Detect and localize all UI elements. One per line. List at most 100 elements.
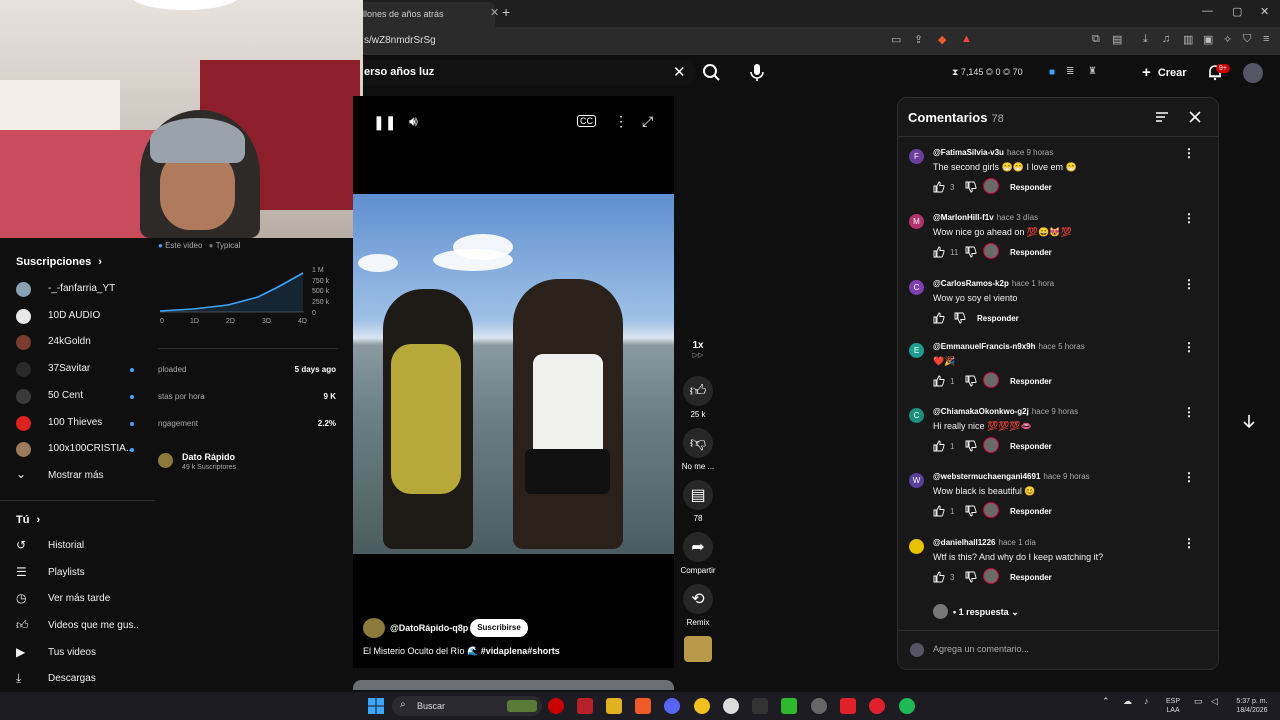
thumbs-down-icon[interactable] xyxy=(965,571,977,583)
reply-button[interactable]: Responder xyxy=(1010,507,1052,516)
sort-comments-button[interactable] xyxy=(1154,109,1170,125)
discord-app-icon[interactable] xyxy=(664,698,680,714)
wallet-icon[interactable]: ▣ xyxy=(1203,33,1213,46)
brave-browser-icon[interactable] xyxy=(635,698,651,714)
short-hashtags[interactable]: #vidaplena#shorts xyxy=(481,646,560,656)
subscription-item[interactable]: 37Savitar xyxy=(16,360,156,380)
adobe-app-icon[interactable] xyxy=(577,698,593,714)
commenter-avatar[interactable]: M xyxy=(909,214,924,229)
new-tab-icon[interactable]: + xyxy=(502,4,510,20)
comment-author[interactable]: @webstermuchaenganì4691 hace 9 horas xyxy=(933,472,1090,481)
commenter-avatar[interactable]: E xyxy=(909,343,924,358)
reply-button[interactable]: Responder xyxy=(1010,573,1052,582)
you-item[interactable]: ▶ Tus videos xyxy=(16,644,156,664)
thumbs-up-icon[interactable] xyxy=(933,571,945,583)
comment-more-icon[interactable]: ⋮ xyxy=(1183,146,1195,160)
you-header[interactable]: Tú › xyxy=(16,514,40,526)
voice-search-button[interactable] xyxy=(744,58,770,86)
vpn-icon[interactable]: ⛉ xyxy=(1243,33,1251,46)
thumbs-up-icon[interactable] xyxy=(933,375,945,387)
comment-author[interactable]: @EmmanuelFrancis-n9x9h hace 5 horas xyxy=(933,342,1085,351)
comment-author[interactable]: @danielhall1226 hace 1 día xyxy=(933,538,1036,547)
comment-author[interactable]: @FatimaSilvia-v3u hace 9 horas xyxy=(933,148,1053,157)
commenter-avatar[interactable]: C xyxy=(909,408,924,423)
clear-search-icon[interactable]: ✕ xyxy=(673,63,686,81)
captions-icon[interactable]: CC xyxy=(577,115,596,127)
comment-author[interactable]: @ChiamakaOkonkwo-g2j hace 9 horas xyxy=(933,407,1078,416)
thumbs-down-icon[interactable] xyxy=(965,181,977,193)
tray-network-icon[interactable]: ▭ xyxy=(1194,697,1203,706)
extension-list-icon[interactable]: ≣ xyxy=(1066,66,1074,77)
app-icon-yellow[interactable] xyxy=(694,698,710,714)
tab-close-icon[interactable]: ✕ xyxy=(490,6,499,19)
extension-trophy-icon[interactable]: ♜ xyxy=(1088,66,1097,77)
remix-button[interactable]: ⟲ Remix xyxy=(680,584,716,627)
thumbs-up-icon[interactable] xyxy=(933,312,945,324)
leo-icon[interactable]: ✧ xyxy=(1223,33,1232,46)
short-video-frame[interactable] xyxy=(353,194,674,554)
you-item[interactable]: ☰ Playlists xyxy=(16,564,156,584)
close-comments-button[interactable] xyxy=(1187,109,1203,125)
more-options-icon[interactable]: ⋮ xyxy=(614,113,628,130)
commenter-avatar[interactable]: F xyxy=(909,149,924,164)
pause-icon[interactable]: ❚❚ xyxy=(373,114,396,131)
comment-more-icon[interactable]: ⋮ xyxy=(1183,340,1195,354)
reply-button[interactable]: Responder xyxy=(1010,183,1052,192)
taskbar-clock[interactable]: 5:37 p. m. 18/4/2026 xyxy=(1232,697,1272,715)
subscription-item[interactable]: 100x100CRISTIA... xyxy=(16,440,156,460)
search-input[interactable]: erso años luz xyxy=(364,66,434,78)
extension-icon[interactable]: ■ xyxy=(1049,67,1055,78)
you-item[interactable]: ↺ Historial xyxy=(16,537,156,557)
thumbs-down-icon[interactable] xyxy=(965,440,977,452)
tray-cloud-icon[interactable]: ☁ xyxy=(1123,697,1132,706)
account-avatar[interactable] xyxy=(1243,63,1263,83)
windows-start-icon[interactable] xyxy=(368,698,384,714)
split-view-icon[interactable]: ▥ xyxy=(1183,33,1193,46)
extensions-icon[interactable]: ⧉ xyxy=(1092,33,1100,46)
tray-volume-icon[interactable]: ◁ xyxy=(1211,697,1218,706)
you-item[interactable]: ⤓ Descargas xyxy=(16,670,156,690)
downloads-icon[interactable]: ⤓ xyxy=(1143,33,1148,46)
commenter-avatar[interactable]: W xyxy=(909,473,924,488)
comment-author[interactable]: @CarlosRamos-k2p hace 1 hora xyxy=(933,279,1054,288)
browser-tab[interactable]: llones de años atrás xyxy=(355,2,495,27)
thumbs-down-icon[interactable] xyxy=(965,246,977,258)
app-icon-green[interactable] xyxy=(781,698,797,714)
subscription-item[interactable]: 24kGoldn xyxy=(16,333,156,353)
rewards-icon[interactable]: ▲ xyxy=(961,33,972,45)
brave-shield-icon[interactable]: ◆ xyxy=(938,33,946,46)
dislike-button[interactable]: 👎︎ No me ... xyxy=(680,428,716,471)
spotify-app-icon[interactable] xyxy=(899,698,915,714)
next-short-preview[interactable] xyxy=(353,680,674,690)
window-close-icon[interactable]: ✕ xyxy=(1260,5,1269,18)
reply-button[interactable]: Responder xyxy=(1010,442,1052,451)
scroll-down-button[interactable] xyxy=(1236,408,1262,434)
url-field[interactable]: s/wZ8nmdrSrSg xyxy=(364,35,436,46)
short-channel-handle[interactable]: @DatoRápido-q8p xyxy=(390,623,468,633)
comments-button[interactable]: ▤ 78 xyxy=(680,480,716,523)
menu-icon[interactable]: ≡ xyxy=(1263,33,1269,45)
thumbs-down-icon[interactable] xyxy=(965,505,977,517)
reply-button[interactable]: Responder xyxy=(1010,248,1052,257)
comment-more-icon[interactable]: ⋮ xyxy=(1183,405,1195,419)
capcut-app-icon[interactable] xyxy=(752,698,768,714)
like-button[interactable]: 👍︎ 25 k xyxy=(680,376,716,419)
thumbs-up-icon[interactable] xyxy=(933,440,945,452)
short-channel-avatar[interactable] xyxy=(363,618,385,638)
commenter-avatar[interactable]: C xyxy=(909,280,924,295)
comment-author[interactable]: @MarlonHill-f1v hace 3 días xyxy=(933,213,1038,222)
app-icon-red[interactable] xyxy=(840,698,856,714)
sidebar-toggle-icon[interactable]: ▤ xyxy=(1112,33,1122,46)
tray-chevron-icon[interactable]: ⌃ xyxy=(1102,697,1110,706)
reply-button[interactable]: Responder xyxy=(1010,377,1052,386)
app-icon-red-round[interactable] xyxy=(869,698,885,714)
comment-more-icon[interactable]: ⋮ xyxy=(1183,470,1195,484)
commenter-avatar[interactable] xyxy=(909,539,924,554)
subscription-item[interactable]: 100 Thieves xyxy=(16,414,156,434)
file-explorer-icon[interactable] xyxy=(606,698,622,714)
music-icon[interactable]: ♫ xyxy=(1162,33,1170,45)
subscription-item[interactable]: -_-fanfarria_YT xyxy=(16,280,156,300)
you-item[interactable]: 👍︎ Videos que me gus... xyxy=(16,617,156,637)
thumbs-up-icon[interactable] xyxy=(933,181,945,193)
thumbs-up-icon[interactable] xyxy=(933,246,945,258)
